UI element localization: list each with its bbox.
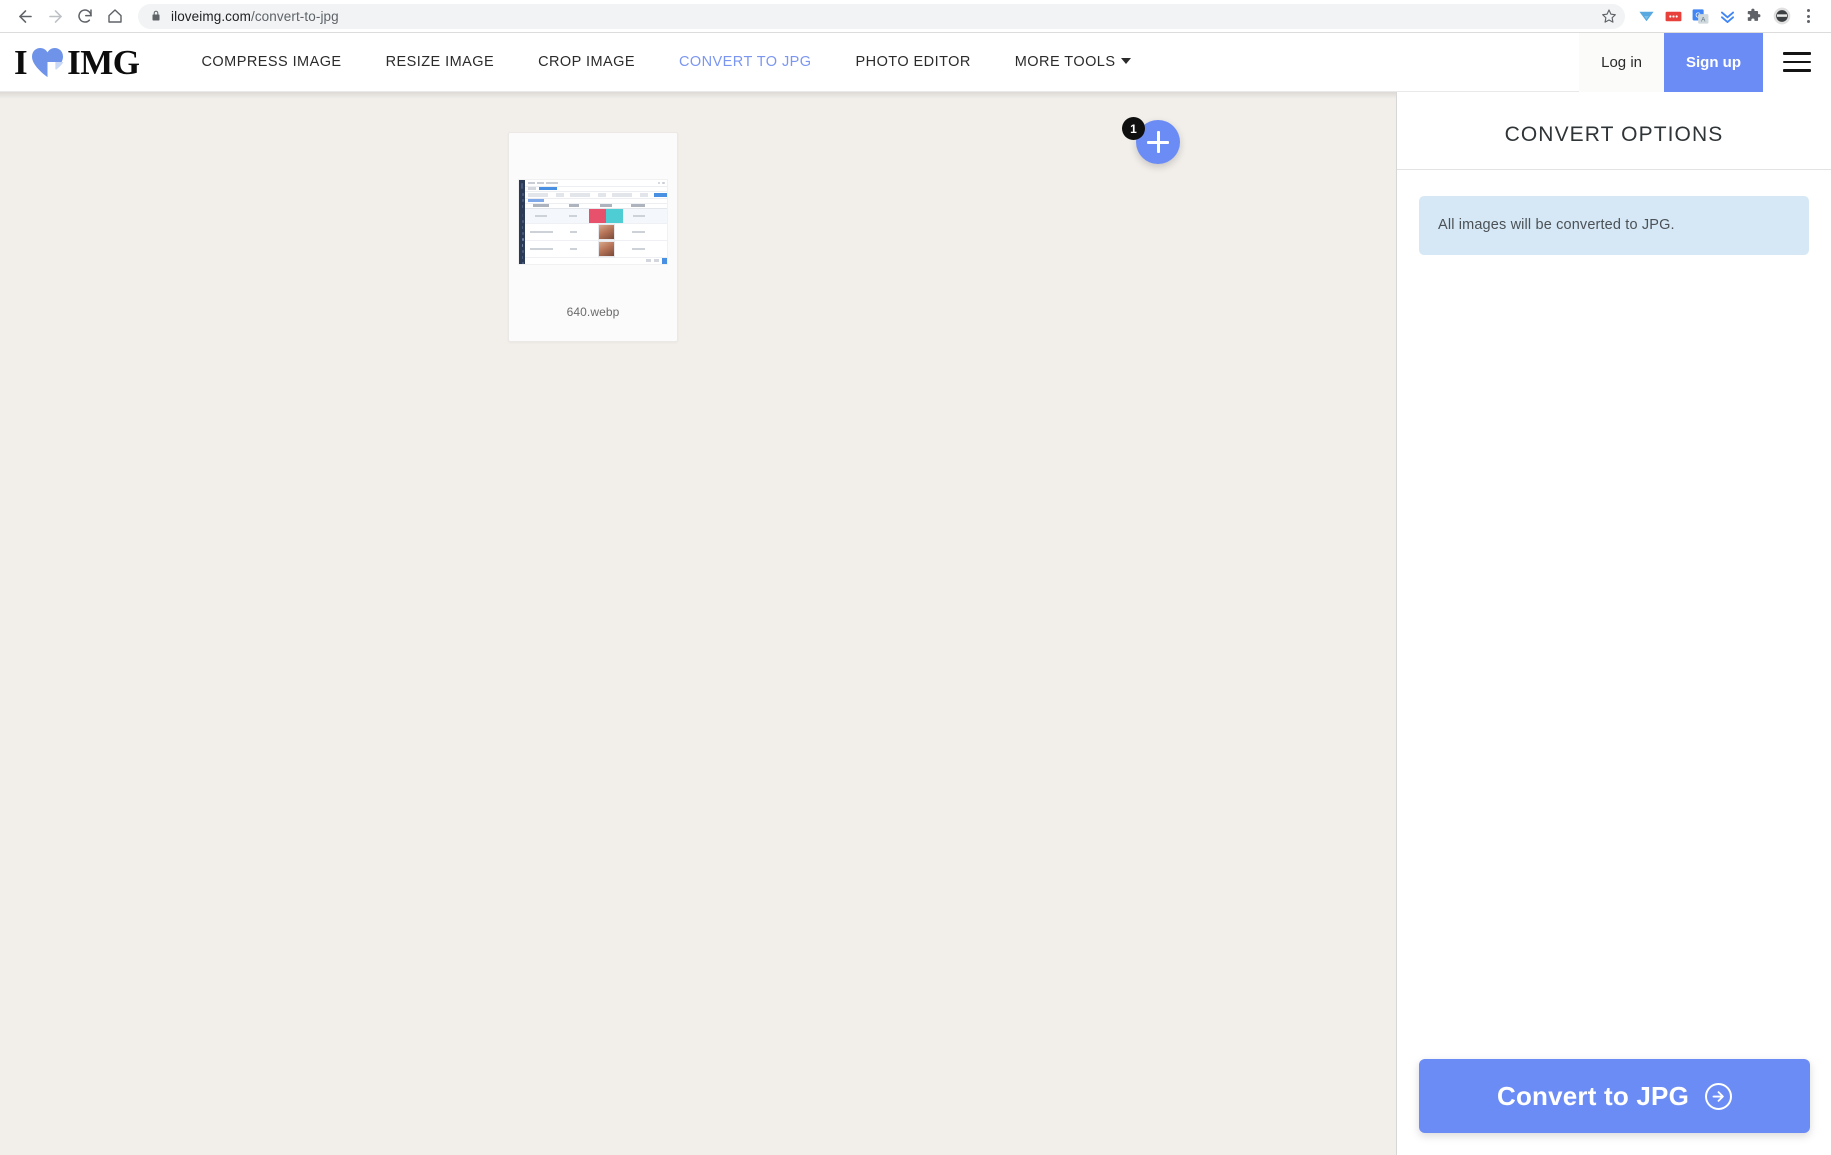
arrow-right-circle-icon: [1705, 1082, 1733, 1110]
reload-button[interactable]: [70, 1, 100, 31]
panel-title: CONVERT OPTIONS: [1397, 92, 1831, 170]
double-chevron-extension-icon[interactable]: [1714, 3, 1741, 30]
url-host: iloveimg.com: [171, 8, 251, 24]
signup-button[interactable]: Sign up: [1664, 32, 1763, 92]
nav-convert-to-jpg[interactable]: CONVERT TO JPG: [657, 33, 834, 92]
nav-compress-image[interactable]: COMPRESS IMAGE: [180, 33, 364, 92]
url-path: /convert-to-jpg: [250, 8, 339, 24]
heart-icon: [31, 47, 64, 78]
hamburger-menu-icon[interactable]: [1763, 32, 1831, 92]
forward-arrow-icon: [46, 7, 65, 26]
dashboard-screenshot-thumbnail: [519, 180, 667, 264]
file-count-badge: 1: [1122, 117, 1145, 140]
site-logo[interactable]: I IMG: [14, 42, 140, 82]
file-workspace: 640.webp 1: [0, 92, 1396, 1155]
nav-more-tools[interactable]: MORE TOOLS: [993, 33, 1154, 92]
lock-icon: [150, 10, 162, 22]
logo-suffix: IMG: [67, 42, 140, 82]
extension-icons: GA: [1633, 3, 1795, 30]
convert-to-jpg-button[interactable]: Convert to JPG: [1419, 1059, 1810, 1133]
convert-options-panel: CONVERT OPTIONS All images will be conve…: [1396, 92, 1831, 1155]
red-dots-extension-icon[interactable]: [1660, 3, 1687, 30]
conversion-info-message: All images will be converted to JPG.: [1419, 196, 1809, 255]
home-button[interactable]: [100, 1, 130, 31]
nav-photo-editor[interactable]: PHOTO EDITOR: [834, 33, 993, 92]
logo-prefix: I: [14, 42, 28, 82]
convert-button-label: Convert to JPG: [1496, 1080, 1690, 1111]
file-card[interactable]: 640.webp: [508, 132, 678, 342]
three-dot-menu-icon[interactable]: [1795, 3, 1821, 29]
header-actions: Log in Sign up: [1579, 32, 1831, 92]
panel-body: All images will be converted to JPG.: [1397, 170, 1831, 255]
back-arrow-icon: [16, 7, 35, 26]
nav-crop-image[interactable]: CROP IMAGE: [516, 33, 657, 92]
file-name-label: 640.webp: [566, 305, 620, 319]
back-button[interactable]: [10, 1, 40, 31]
google-translate-extension-icon[interactable]: GA: [1687, 3, 1714, 30]
browser-toolbar: iloveimg.com/convert-to-jpg GA: [0, 0, 1831, 33]
vimeo-extension-icon[interactable]: [1633, 3, 1660, 30]
url-text: iloveimg.com/convert-to-jpg: [171, 9, 339, 24]
file-thumbnail: [509, 133, 677, 305]
main-navigation: COMPRESS IMAGE RESIZE IMAGE CROP IMAGE C…: [180, 33, 1580, 91]
nav-resize-image[interactable]: RESIZE IMAGE: [364, 33, 517, 92]
address-bar[interactable]: iloveimg.com/convert-to-jpg: [138, 3, 1625, 29]
login-button[interactable]: Log in: [1579, 32, 1664, 92]
nav-more-tools-label: MORE TOOLS: [1014, 53, 1116, 70]
panel-footer: Convert to JPG: [1397, 1059, 1831, 1155]
puzzle-extensions-icon[interactable]: [1741, 3, 1768, 30]
bookmark-star-icon[interactable]: [1601, 8, 1617, 24]
forward-button[interactable]: [40, 1, 70, 31]
reload-icon: [76, 7, 94, 25]
home-icon: [106, 7, 124, 25]
chevron-down-icon: [1121, 57, 1132, 64]
site-header: I IMG COMPRESS IMAGE RESIZE IMAGE CROP I…: [0, 32, 1831, 92]
profile-avatar-icon[interactable]: [1768, 3, 1795, 30]
